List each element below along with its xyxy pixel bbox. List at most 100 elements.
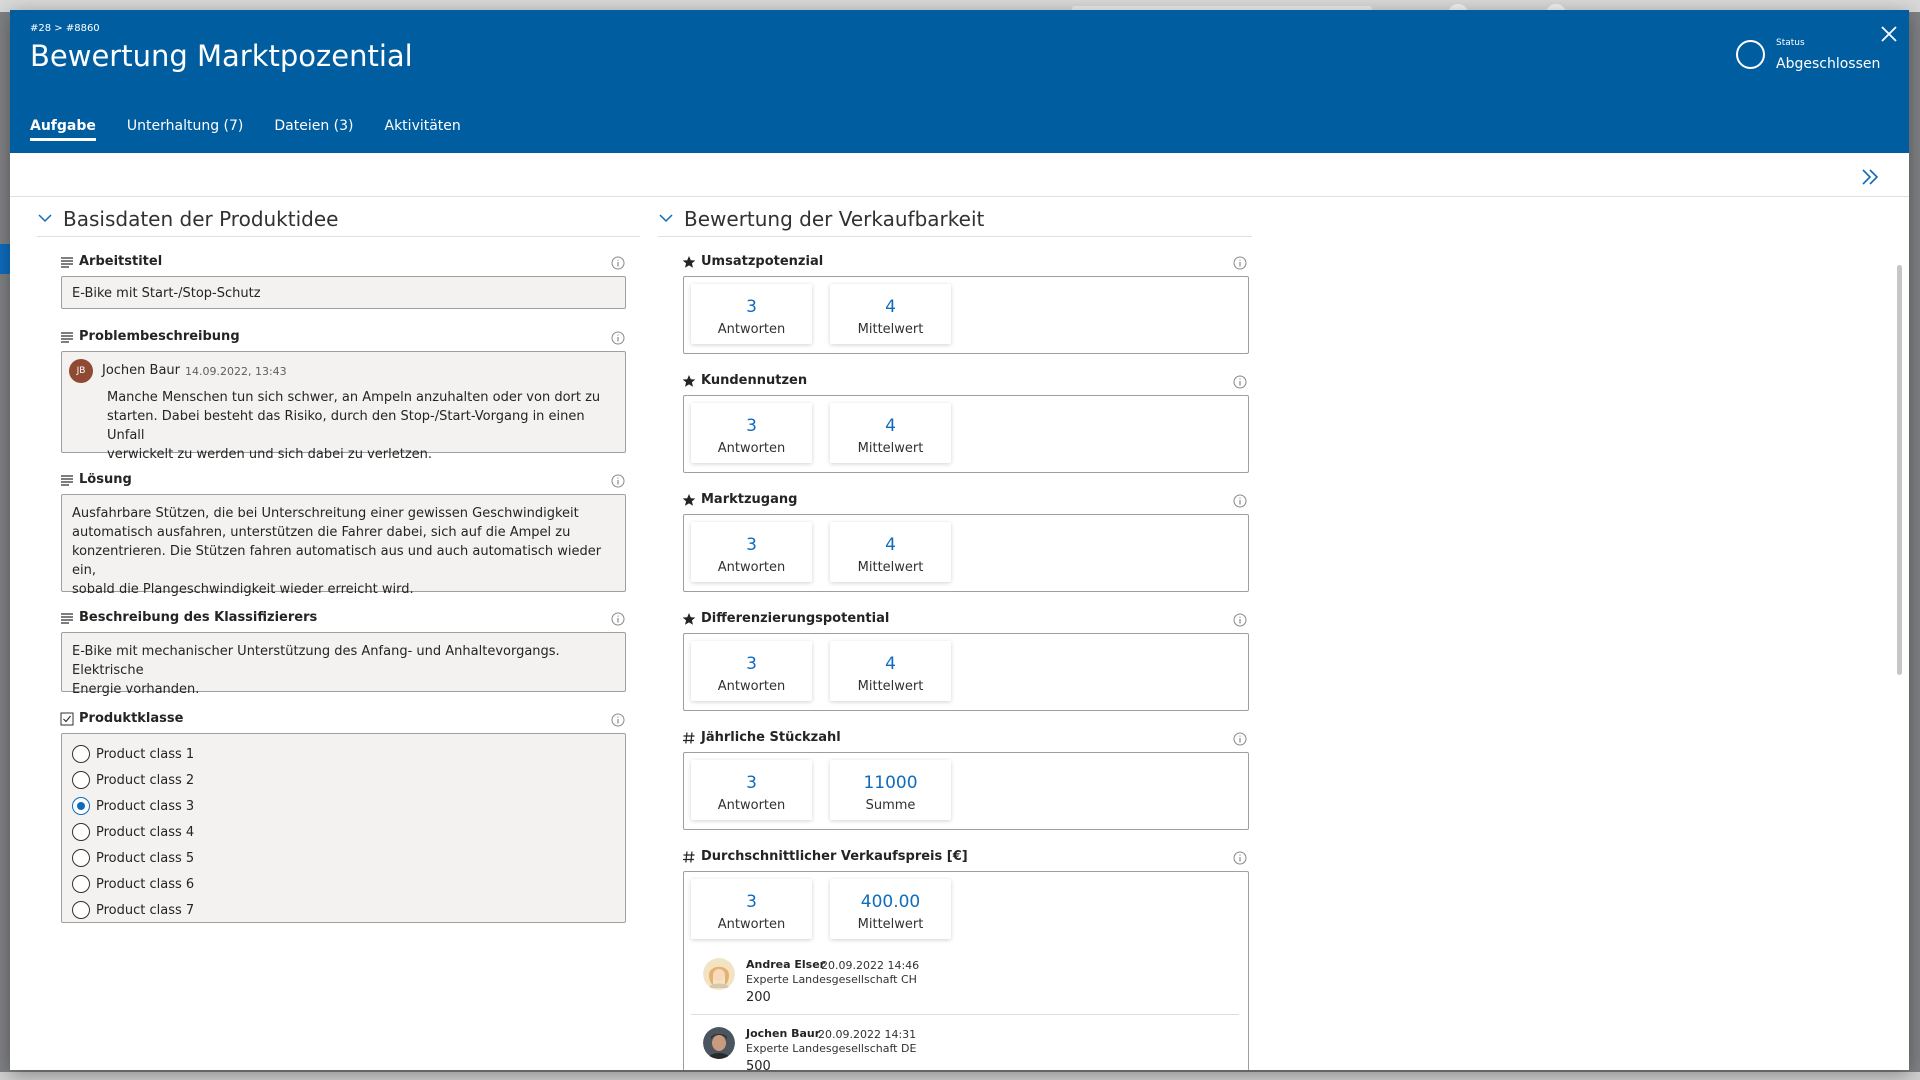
avatar: JB (69, 359, 93, 383)
text-line: konzentrieren. Die Stützen fahren automa… (72, 544, 602, 578)
stat-card-mittelwert[interactable]: 400.00 Mittelwert (830, 879, 951, 939)
stat-count: 3 (746, 535, 757, 555)
criterion-label-kundennutzen: Kundennutzen (682, 373, 807, 388)
text-line: starten. Dabei besteht das Risiko, durch… (107, 409, 585, 443)
stat-card-antworten[interactable]: 3 Antworten (691, 760, 812, 820)
hash-icon (683, 731, 695, 744)
status-value: Abgeschlossen (1776, 56, 1881, 72)
chevron-down-icon[interactable] (658, 210, 674, 226)
radio-option[interactable]: Product class 5 (72, 847, 194, 869)
criterion-label-text: Differenzierungspotential (701, 611, 890, 626)
radio-button[interactable] (72, 901, 90, 919)
info-icon[interactable] (611, 713, 625, 727)
stat-card-antworten[interactable]: 3 Antworten (691, 879, 812, 939)
vertical-scrollbar[interactable] (1897, 265, 1902, 675)
radio-button[interactable] (72, 875, 90, 893)
stat-caption: Mittelwert (857, 322, 924, 337)
stat-card-antworten[interactable]: 3 Antworten (691, 403, 812, 463)
radio-label: Product class 1 (96, 746, 195, 762)
stat-aggregate: 400.00 (860, 892, 921, 912)
stat-caption: Antworten (717, 917, 786, 932)
stat-count: 3 (746, 297, 757, 317)
radio-option[interactable]: Product class 3 (72, 795, 194, 817)
info-icon[interactable] (611, 256, 625, 270)
stat-card-summe[interactable]: 11000 Summe (830, 760, 951, 820)
response-date: 20.09.2022 14:46 (821, 959, 920, 972)
tab-unterhaltung[interactable]: Unterhaltung (7) (127, 118, 243, 141)
info-icon[interactable] (1233, 732, 1247, 746)
response-item[interactable]: Jochen Baur 20.09.2022 14:31 Experte Lan… (691, 1015, 1239, 1070)
radio-label: Product class 3 (96, 798, 195, 814)
stat-caption: Mittelwert (857, 441, 924, 456)
stat-card-mittelwert[interactable]: 4 Mittelwert (830, 403, 951, 463)
info-icon[interactable] (611, 331, 625, 345)
info-icon[interactable] (1233, 375, 1247, 389)
radio-label: Product class 6 (96, 876, 195, 892)
chevron-down-icon[interactable] (37, 210, 53, 226)
klassifizierer-field[interactable]: E-Bike mit mechanischer Unterstützung de… (61, 632, 626, 697)
text-lines-icon (61, 331, 73, 343)
radio-button[interactable] (72, 849, 90, 867)
field-label-problembeschreibung: Problembeschreibung (60, 329, 240, 344)
problembeschreibung-field[interactable]: JB Jochen Baur 14.09.2022, 13:43 Manche … (61, 351, 626, 462)
stat-aggregate: 4 (885, 535, 896, 555)
section-basisdaten-header[interactable]: Basisdaten der Produktidee (37, 206, 640, 237)
criterion-label-text: Umsatzpotenzial (701, 254, 824, 269)
status-label: Status (1776, 38, 1805, 48)
response-item[interactable]: Andrea Elser 20.09.2022 14:46 Experte La… (691, 946, 1239, 1015)
radio-button[interactable] (72, 771, 90, 789)
stat-card-mittelwert[interactable]: 4 Mittelwert (830, 522, 951, 582)
stat-card-antworten[interactable]: 3 Antworten (691, 284, 812, 344)
response-role: Experte Landesgesellschaft CH (746, 973, 917, 986)
info-icon[interactable] (611, 612, 625, 626)
checkbox-icon (60, 712, 74, 725)
info-icon[interactable] (1233, 494, 1247, 508)
background-nav-indicator (0, 244, 10, 274)
hash-icon (683, 850, 695, 863)
info-icon[interactable] (1233, 256, 1247, 270)
stat-card-antworten[interactable]: 3 Antworten (691, 641, 812, 701)
info-icon[interactable] (1233, 851, 1247, 865)
star-icon (682, 374, 696, 387)
stat-card-antworten[interactable]: 3 Antworten (691, 522, 812, 582)
stat-card-mittelwert[interactable]: 4 Mittelwert (830, 284, 951, 344)
response-author: Andrea Elser (746, 958, 826, 971)
criterion-label-verkaufspreis: Durchschnittlicher Verkaufspreis [€] (682, 849, 968, 864)
criterion-label-marktzugang: Marktzugang (682, 492, 797, 507)
radio-option[interactable]: Product class 4 (72, 821, 194, 843)
criterion-result-box: 3 Antworten 4 Mittelwert (683, 633, 1249, 711)
arbeitstitel-field[interactable]: E-Bike mit Start-/Stop-Schutz (61, 276, 626, 309)
radio-option[interactable]: Product class 7 (72, 899, 194, 921)
info-icon[interactable] (1233, 613, 1247, 627)
radio-button[interactable] (72, 745, 90, 763)
radio-option[interactable]: Product class 2 (72, 769, 194, 791)
loesung-field[interactable]: Ausfahrbare Stützen, die bei Unterschrei… (61, 494, 626, 597)
comment-author: Jochen Baur (102, 363, 181, 378)
breadcrumb[interactable]: #28 > #8860 (30, 23, 100, 34)
close-icon[interactable] (1877, 22, 1901, 46)
double-chevron-right-icon[interactable] (1858, 165, 1882, 189)
tab-aktivitaeten[interactable]: Aktivitäten (385, 118, 461, 141)
radio-option[interactable]: Product class 1 (72, 743, 194, 765)
page-title: Bewertung Marktpozential (30, 39, 413, 73)
field-label-arbeitstitel: Arbeitstitel (60, 254, 162, 269)
stat-card-mittelwert[interactable]: 4 Mittelwert (830, 641, 951, 701)
info-icon[interactable] (611, 474, 625, 488)
section-verkaufbarkeit-header[interactable]: Bewertung der Verkaufbarkeit (658, 206, 1252, 237)
radio-button-selected[interactable] (72, 797, 90, 815)
stat-aggregate: 4 (885, 416, 896, 436)
response-value: 200 (746, 990, 771, 1005)
field-label-text: Produktklasse (79, 711, 184, 726)
criterion-result-box: 3 Antworten 11000 Summe (683, 752, 1249, 830)
radio-button[interactable] (72, 823, 90, 841)
tab-aufgabe[interactable]: Aufgabe (30, 118, 96, 141)
stat-caption: Antworten (717, 798, 786, 813)
stat-count: 3 (746, 773, 757, 793)
tab-dateien[interactable]: Dateien (3) (274, 118, 353, 141)
field-label-produktklasse: Produktklasse (60, 711, 183, 726)
response-value: 500 (746, 1059, 771, 1070)
stat-aggregate: 11000 (863, 773, 918, 793)
criterion-label-differenzierungspotential: Differenzierungspotential (682, 611, 889, 626)
radio-option[interactable]: Product class 6 (72, 873, 194, 895)
status-circle-icon[interactable] (1736, 40, 1765, 69)
